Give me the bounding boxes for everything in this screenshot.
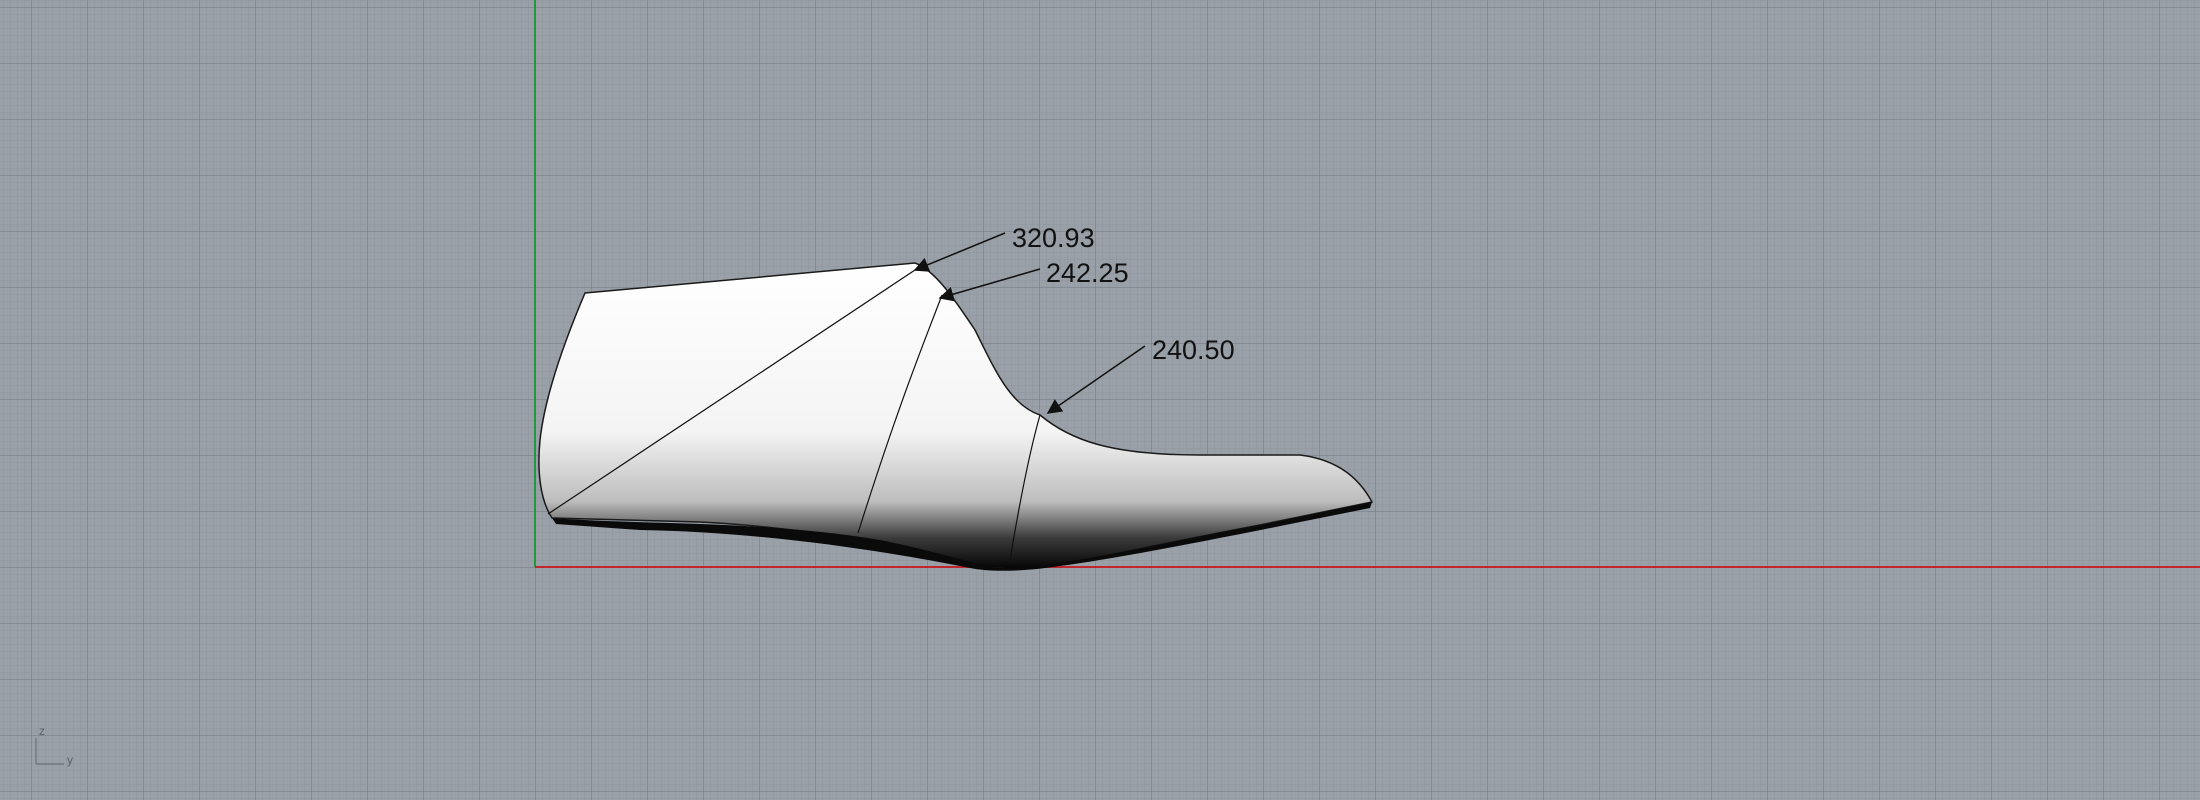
viewport-scene: 320.93 242.25 240.50 z y — [35, 0, 2200, 767]
dimension-annotation-2[interactable]: 242.25 — [938, 258, 1129, 302]
dimension-label-2: 242.25 — [1046, 258, 1129, 288]
shoe-last-model[interactable] — [538, 262, 1374, 571]
axis-orientation-widget: z y — [35, 724, 73, 767]
dimension-label-3: 240.50 — [1152, 335, 1235, 365]
perspective-viewport[interactable]: 320.93 242.25 240.50 z y — [0, 0, 2200, 800]
dimension-leader-2 — [938, 268, 1041, 302]
widget-z-label: z — [39, 724, 45, 738]
dimension-label-1: 320.93 — [1012, 223, 1095, 253]
widget-y-label: y — [67, 753, 73, 767]
dimension-leader-3 — [1046, 345, 1146, 414]
dimension-leader-1 — [913, 232, 1006, 272]
dimension-annotation-3[interactable]: 240.50 — [1046, 335, 1235, 414]
